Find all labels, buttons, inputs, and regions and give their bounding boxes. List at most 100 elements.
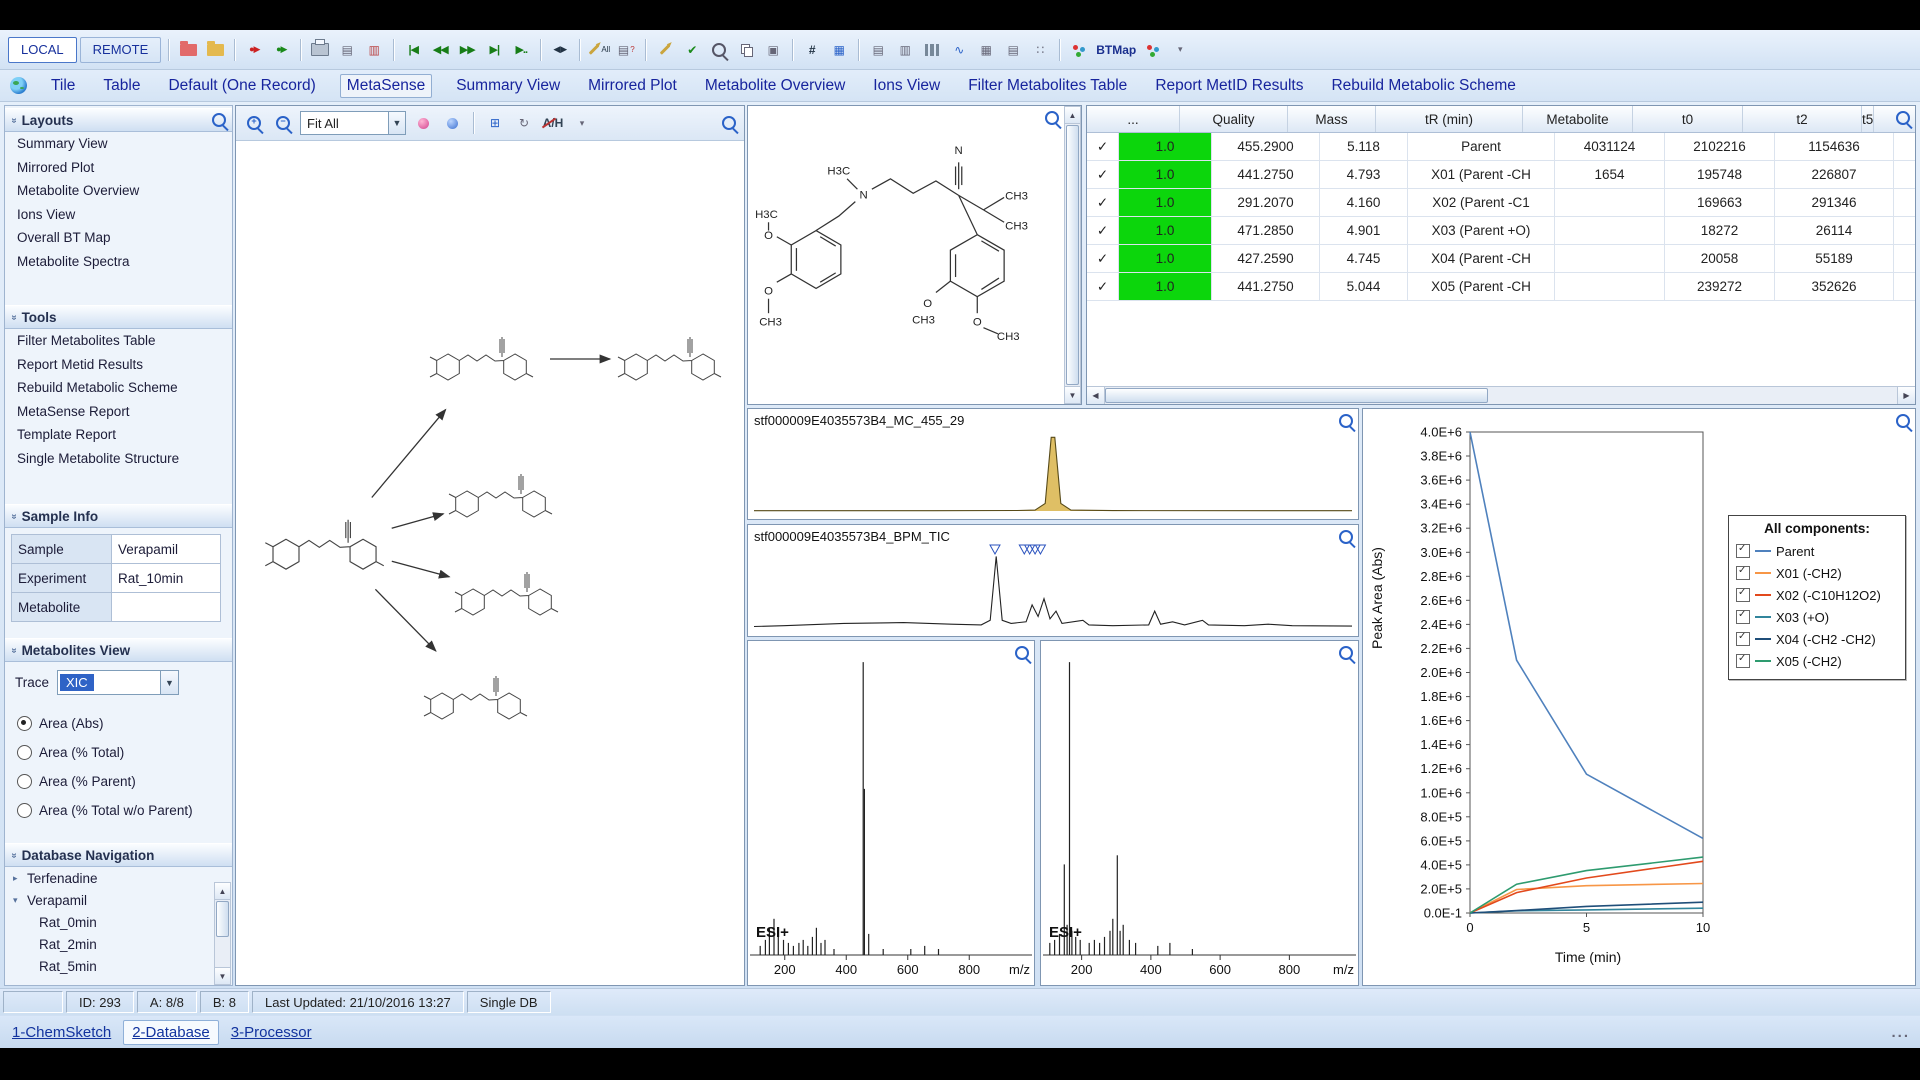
layout-item[interactable]: Metabolite Spectra xyxy=(5,250,232,274)
radio-icon[interactable] xyxy=(17,803,32,818)
sample-info-header[interactable]: » Sample Info xyxy=(5,504,232,528)
table-row[interactable]: ✓ 1.0 291.2070 4.160 X02 (Parent -C1 169… xyxy=(1087,189,1915,217)
tab-chemsketch[interactable]: 1-ChemSketch xyxy=(4,1021,119,1044)
tree-item-rat-0min[interactable]: Rat_0min xyxy=(5,911,232,933)
column-header[interactable]: tR (min) xyxy=(1376,106,1523,132)
panel-zoom-icon[interactable] xyxy=(1045,111,1059,125)
layout-item[interactable]: Ions View xyxy=(5,203,232,227)
row-checkbox[interactable]: ✓ xyxy=(1087,217,1119,244)
menu-item-mirrored-plot[interactable]: Mirrored Plot xyxy=(584,74,681,98)
display-style-blue-icon[interactable] xyxy=(440,111,464,135)
legend-checkbox[interactable] xyxy=(1736,654,1750,668)
atoms-icon[interactable] xyxy=(1141,38,1165,62)
option-area-pct-parent[interactable]: Area (% Parent) xyxy=(5,767,232,796)
grid-view-icon[interactable]: ▤ xyxy=(1001,38,1025,62)
fragment-select-icon[interactable]: ⊞ xyxy=(483,111,507,135)
database-navigation-header[interactable]: » Database Navigation xyxy=(5,843,232,867)
edit-all-records-icon[interactable]: All xyxy=(587,38,611,62)
chevron-down-icon[interactable]: ▼ xyxy=(388,112,405,134)
panel-zoom-icon[interactable] xyxy=(1896,414,1910,428)
column-header[interactable]: t0 xyxy=(1633,106,1743,132)
paste-record-icon[interactable]: ▣ xyxy=(761,38,785,62)
option-area-pct-total[interactable]: Area (% Total) xyxy=(5,738,232,767)
legend-checkbox[interactable] xyxy=(1736,610,1750,624)
menu-item-ions-view[interactable]: Ions View xyxy=(869,74,944,98)
table-horizontal-scrollbar[interactable]: ◀ ▶ xyxy=(1087,386,1915,404)
menu-item-default-one-record[interactable]: Default (One Record) xyxy=(164,74,319,98)
panel-zoom-icon[interactable] xyxy=(1339,646,1353,660)
layout-item[interactable]: Mirrored Plot xyxy=(5,156,232,180)
zoom-out-icon[interactable]: − xyxy=(271,111,295,135)
form-design-icon[interactable]: ▦ xyxy=(827,38,851,62)
table-row[interactable]: ✓ 1.0 471.2850 4.901 X03 (Parent +O) 182… xyxy=(1087,217,1915,245)
radio-icon[interactable] xyxy=(17,716,32,731)
verapamil-structure[interactable]: N CH3 CH3 H3C N H3C O O CH3 O CH3 O CH3 xyxy=(752,120,1062,370)
tab-overflow-button[interactable]: ... xyxy=(1891,1024,1910,1041)
implicit-hydrogens-icon[interactable]: A/H xyxy=(541,111,565,135)
run-green-icon[interactable]: ●▶ xyxy=(269,38,293,62)
experiment-value[interactable]: Rat_10min xyxy=(112,564,221,593)
menu-item-rebuild-metabolic-scheme[interactable]: Rebuild Metabolic Scheme xyxy=(1327,74,1519,98)
scroll-up-icon[interactable]: ▲ xyxy=(215,883,230,900)
layout-item[interactable]: Summary View xyxy=(5,132,232,156)
scrollbar-thumb[interactable] xyxy=(1066,125,1079,385)
trace-dropdown[interactable]: XIC ▼ xyxy=(57,670,179,695)
scrollbar-thumb[interactable] xyxy=(1105,388,1488,403)
menu-item-table[interactable]: Table xyxy=(99,74,144,98)
search-record-icon[interactable] xyxy=(707,38,731,62)
option-area-pct-total-wo-parent[interactable]: Area (% Total w/o Parent) xyxy=(5,796,232,825)
tool-item[interactable]: MetaSense Report xyxy=(5,400,232,424)
parent-mass-spectrum[interactable]: 200400600800m/z xyxy=(748,641,1034,985)
radio-icon[interactable] xyxy=(17,745,32,760)
tool-item[interactable]: Single Metabolite Structure xyxy=(5,447,232,471)
panel-zoom-icon[interactable] xyxy=(1015,646,1029,660)
layout-item[interactable]: Overall BT Map xyxy=(5,226,232,250)
structure-panel-scrollbar[interactable]: ▲ ▼ xyxy=(1064,106,1081,404)
table-row[interactable]: ✓ 1.0 441.2750 5.044 X05 (Parent -CH 239… xyxy=(1087,273,1915,301)
database-tree-scrollbar[interactable]: ▲ ▼ xyxy=(214,882,231,985)
tree-view-icon[interactable]: ▥ xyxy=(893,38,917,62)
histogram-icon[interactable] xyxy=(920,38,944,62)
table-view-icon[interactable]: ▦ xyxy=(974,38,998,62)
export-table-icon[interactable]: ▥ xyxy=(362,38,386,62)
legend-checkbox[interactable] xyxy=(1736,632,1750,646)
row-checkbox[interactable]: ✓ xyxy=(1087,273,1119,300)
last-record-icon[interactable]: ▶| xyxy=(482,38,506,62)
print-icon[interactable] xyxy=(308,38,332,62)
column-header[interactable]: Metabolite xyxy=(1523,106,1633,132)
open-database-icon[interactable] xyxy=(176,38,200,62)
tool-item[interactable]: Template Report xyxy=(5,423,232,447)
scroll-down-icon[interactable]: ▼ xyxy=(1065,386,1080,403)
row-checkbox[interactable]: ✓ xyxy=(1087,189,1119,216)
autoplay-icon[interactable]: ▶.. xyxy=(509,38,533,62)
verify-record-icon[interactable]: ✔ xyxy=(680,38,704,62)
column-header[interactable]: t5 xyxy=(1862,106,1874,132)
panel-zoom-icon[interactable] xyxy=(1339,414,1353,428)
remote-button[interactable]: REMOTE xyxy=(80,37,162,63)
tree-item-verapamil[interactable]: ▾ Verapamil xyxy=(5,889,232,911)
table-row[interactable]: ✓ 1.0 427.2590 4.745 X04 (Parent -CH 200… xyxy=(1087,245,1915,273)
tool-item[interactable]: Rebuild Metabolic Scheme xyxy=(5,376,232,400)
legend-checkbox[interactable] xyxy=(1736,588,1750,602)
panel-zoom-icon[interactable] xyxy=(1339,530,1353,544)
edit-record-icon[interactable] xyxy=(653,38,677,62)
metabolite-mass-spectrum[interactable]: 200400600800m/z xyxy=(1041,641,1358,985)
local-button[interactable]: LOCAL xyxy=(8,37,77,63)
column-header[interactable]: Quality xyxy=(1180,106,1288,132)
column-header[interactable]: ... xyxy=(1087,106,1180,132)
legend-checkbox[interactable] xyxy=(1736,566,1750,580)
fast-prev-icon[interactable]: ◀◀ xyxy=(428,38,452,62)
curve-fit-icon[interactable]: ∿ xyxy=(947,38,971,62)
canvas-overflow-icon[interactable]: ▾ xyxy=(570,111,594,135)
scrollbar-thumb[interactable] xyxy=(216,901,229,937)
tree-item-rat-5min[interactable]: Rat_5min xyxy=(5,955,232,977)
chevron-down-icon[interactable]: ▼ xyxy=(160,671,178,694)
layouts-header[interactable]: » Layouts xyxy=(5,108,232,132)
menu-item-metabolite-overview[interactable]: Metabolite Overview xyxy=(701,74,849,98)
menu-item-summary-view[interactable]: Summary View xyxy=(452,74,564,98)
toolbar-overflow-icon[interactable]: ▾ xyxy=(1168,38,1192,62)
option-area-abs[interactable]: Area (Abs) xyxy=(5,709,232,738)
panel-zoom-icon[interactable] xyxy=(212,113,226,127)
save-copy-icon[interactable] xyxy=(203,38,227,62)
row-checkbox[interactable]: ✓ xyxy=(1087,245,1119,272)
